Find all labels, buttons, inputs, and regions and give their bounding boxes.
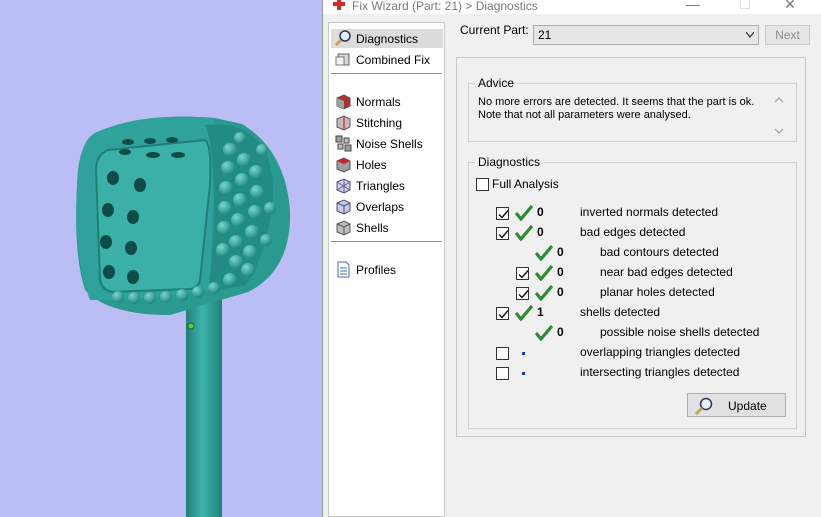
magnifier-icon xyxy=(694,397,713,415)
near-bad-edges-checkbox[interactable] xyxy=(516,267,529,280)
nav-item-label: Diagnostics xyxy=(356,31,419,46)
advice-line: No more errors are detected. It seems th… xyxy=(478,96,755,108)
update-label: Update xyxy=(728,399,767,413)
nav-item-label: Holes xyxy=(356,157,387,172)
title-bar[interactable]: Fix Wizard (Part: 21) > Diagnostics — ☐ … xyxy=(323,0,821,14)
current-part-select[interactable]: 21 xyxy=(533,25,759,45)
nav-separator xyxy=(331,241,442,242)
holes-icon xyxy=(336,157,351,173)
advice-scrollbar[interactable] xyxy=(772,93,786,138)
nav-item-stitching[interactable]: Stitching xyxy=(331,113,443,132)
bad-edges-checkbox[interactable] xyxy=(496,227,509,240)
nav-item-combined-fix[interactable]: Combined Fix xyxy=(331,50,443,69)
diagnostics-title: Diagnostics xyxy=(475,155,544,169)
nav-item-triangles[interactable]: Triangles xyxy=(331,176,443,195)
current-part-label: Current Part: xyxy=(460,23,529,37)
current-part-value: 21 xyxy=(538,28,552,42)
diag-label: overlapping triangles detected xyxy=(580,345,741,359)
chevron-down-icon xyxy=(746,32,754,38)
diag-count: 0 xyxy=(557,285,564,299)
diag-label: planar holes detected xyxy=(600,285,715,299)
diag-count: 0 xyxy=(537,205,544,219)
planar-holes-checkbox[interactable] xyxy=(516,287,529,300)
diag-label: possible noise shells detected xyxy=(600,325,760,339)
ok-check-icon xyxy=(535,245,553,261)
nav-separator xyxy=(331,73,442,74)
part-model-render xyxy=(76,116,291,517)
nav-pane: Diagnostics Combined Fix Normals Stitchi… xyxy=(328,22,445,517)
nav-item-label: Triangles xyxy=(356,178,405,193)
diag-count: 0 xyxy=(537,225,544,239)
nav-item-holes[interactable]: Holes xyxy=(331,155,443,174)
ok-check-icon xyxy=(515,205,533,221)
diag-label: shells detected xyxy=(580,305,661,319)
pending-dot-icon xyxy=(522,372,525,375)
next-button[interactable]: Next xyxy=(765,25,810,45)
diag-label: bad contours detected xyxy=(600,245,719,259)
diag-count: 0 xyxy=(557,325,564,339)
nav-item-label: Combined Fix xyxy=(356,52,431,67)
nav-item-label: Stitching xyxy=(356,115,403,130)
magnifier-icon xyxy=(335,30,351,47)
ok-check-icon xyxy=(535,325,553,341)
nav-item-label: Profiles xyxy=(356,262,397,277)
shells-checkbox[interactable] xyxy=(496,307,509,320)
intersecting-triangles-checkbox[interactable] xyxy=(496,367,509,380)
ok-check-icon xyxy=(515,225,533,241)
nav-item-label: Noise Shells xyxy=(356,136,423,151)
diag-count: 0 xyxy=(557,245,564,259)
close-button[interactable]: ✕ xyxy=(770,0,810,13)
window-title: Fix Wizard (Part: 21) > Diagnostics xyxy=(352,0,538,13)
combined-fix-icon xyxy=(335,53,350,66)
inverted-normals-checkbox[interactable] xyxy=(496,207,509,220)
profiles-document-icon xyxy=(337,261,350,278)
diag-count: 1 xyxy=(537,305,544,319)
nav-item-diagnostics[interactable]: Diagnostics xyxy=(331,29,443,48)
noise-shells-icon xyxy=(335,135,352,152)
nav-item-normals[interactable]: Normals xyxy=(331,92,443,111)
nav-item-noise-shells[interactable]: Noise Shells xyxy=(331,134,443,153)
ok-check-icon xyxy=(535,265,553,281)
overlapping-triangles-checkbox[interactable] xyxy=(496,347,509,360)
stitching-icon xyxy=(336,115,351,131)
nav-item-overlaps[interactable]: Overlaps xyxy=(331,197,443,216)
advice-line: Note that not all parameters were analys… xyxy=(478,109,691,121)
pending-dot-icon xyxy=(522,352,525,355)
fix-wizard-window: Fix Wizard (Part: 21) > Diagnostics — ☐ … xyxy=(322,0,821,517)
diag-label: near bad edges detected xyxy=(600,265,733,279)
overlaps-icon xyxy=(336,199,351,215)
full-analysis-checkbox[interactable] xyxy=(476,178,489,191)
advice-text: No more errors are detected. It seems th… xyxy=(478,96,768,122)
diag-count: 0 xyxy=(557,265,564,279)
triangles-icon xyxy=(336,178,351,194)
nav-item-label: Normals xyxy=(356,94,401,109)
full-analysis-label: Full Analysis xyxy=(492,177,559,191)
nav-item-shells[interactable]: Shells xyxy=(331,218,443,237)
nav-item-profiles[interactable]: Profiles xyxy=(331,260,443,279)
3d-viewport[interactable] xyxy=(0,0,322,517)
update-button[interactable]: Update xyxy=(687,393,786,417)
nav-item-label: Overlaps xyxy=(356,199,405,214)
app-cross-icon xyxy=(333,0,345,10)
diag-label: bad edges detected xyxy=(580,225,686,239)
ok-check-icon xyxy=(535,285,553,301)
nav-item-label: Shells xyxy=(356,220,389,235)
minimize-button[interactable]: — xyxy=(673,0,713,13)
diag-label: inverted normals detected xyxy=(580,205,719,219)
maximize-button[interactable]: ☐ xyxy=(725,0,765,13)
diag-label: intersecting triangles detected xyxy=(580,365,740,379)
normals-cube-icon xyxy=(336,94,351,110)
advice-title: Advice xyxy=(475,76,518,90)
shells-icon xyxy=(336,220,351,236)
ok-check-icon xyxy=(515,305,533,321)
